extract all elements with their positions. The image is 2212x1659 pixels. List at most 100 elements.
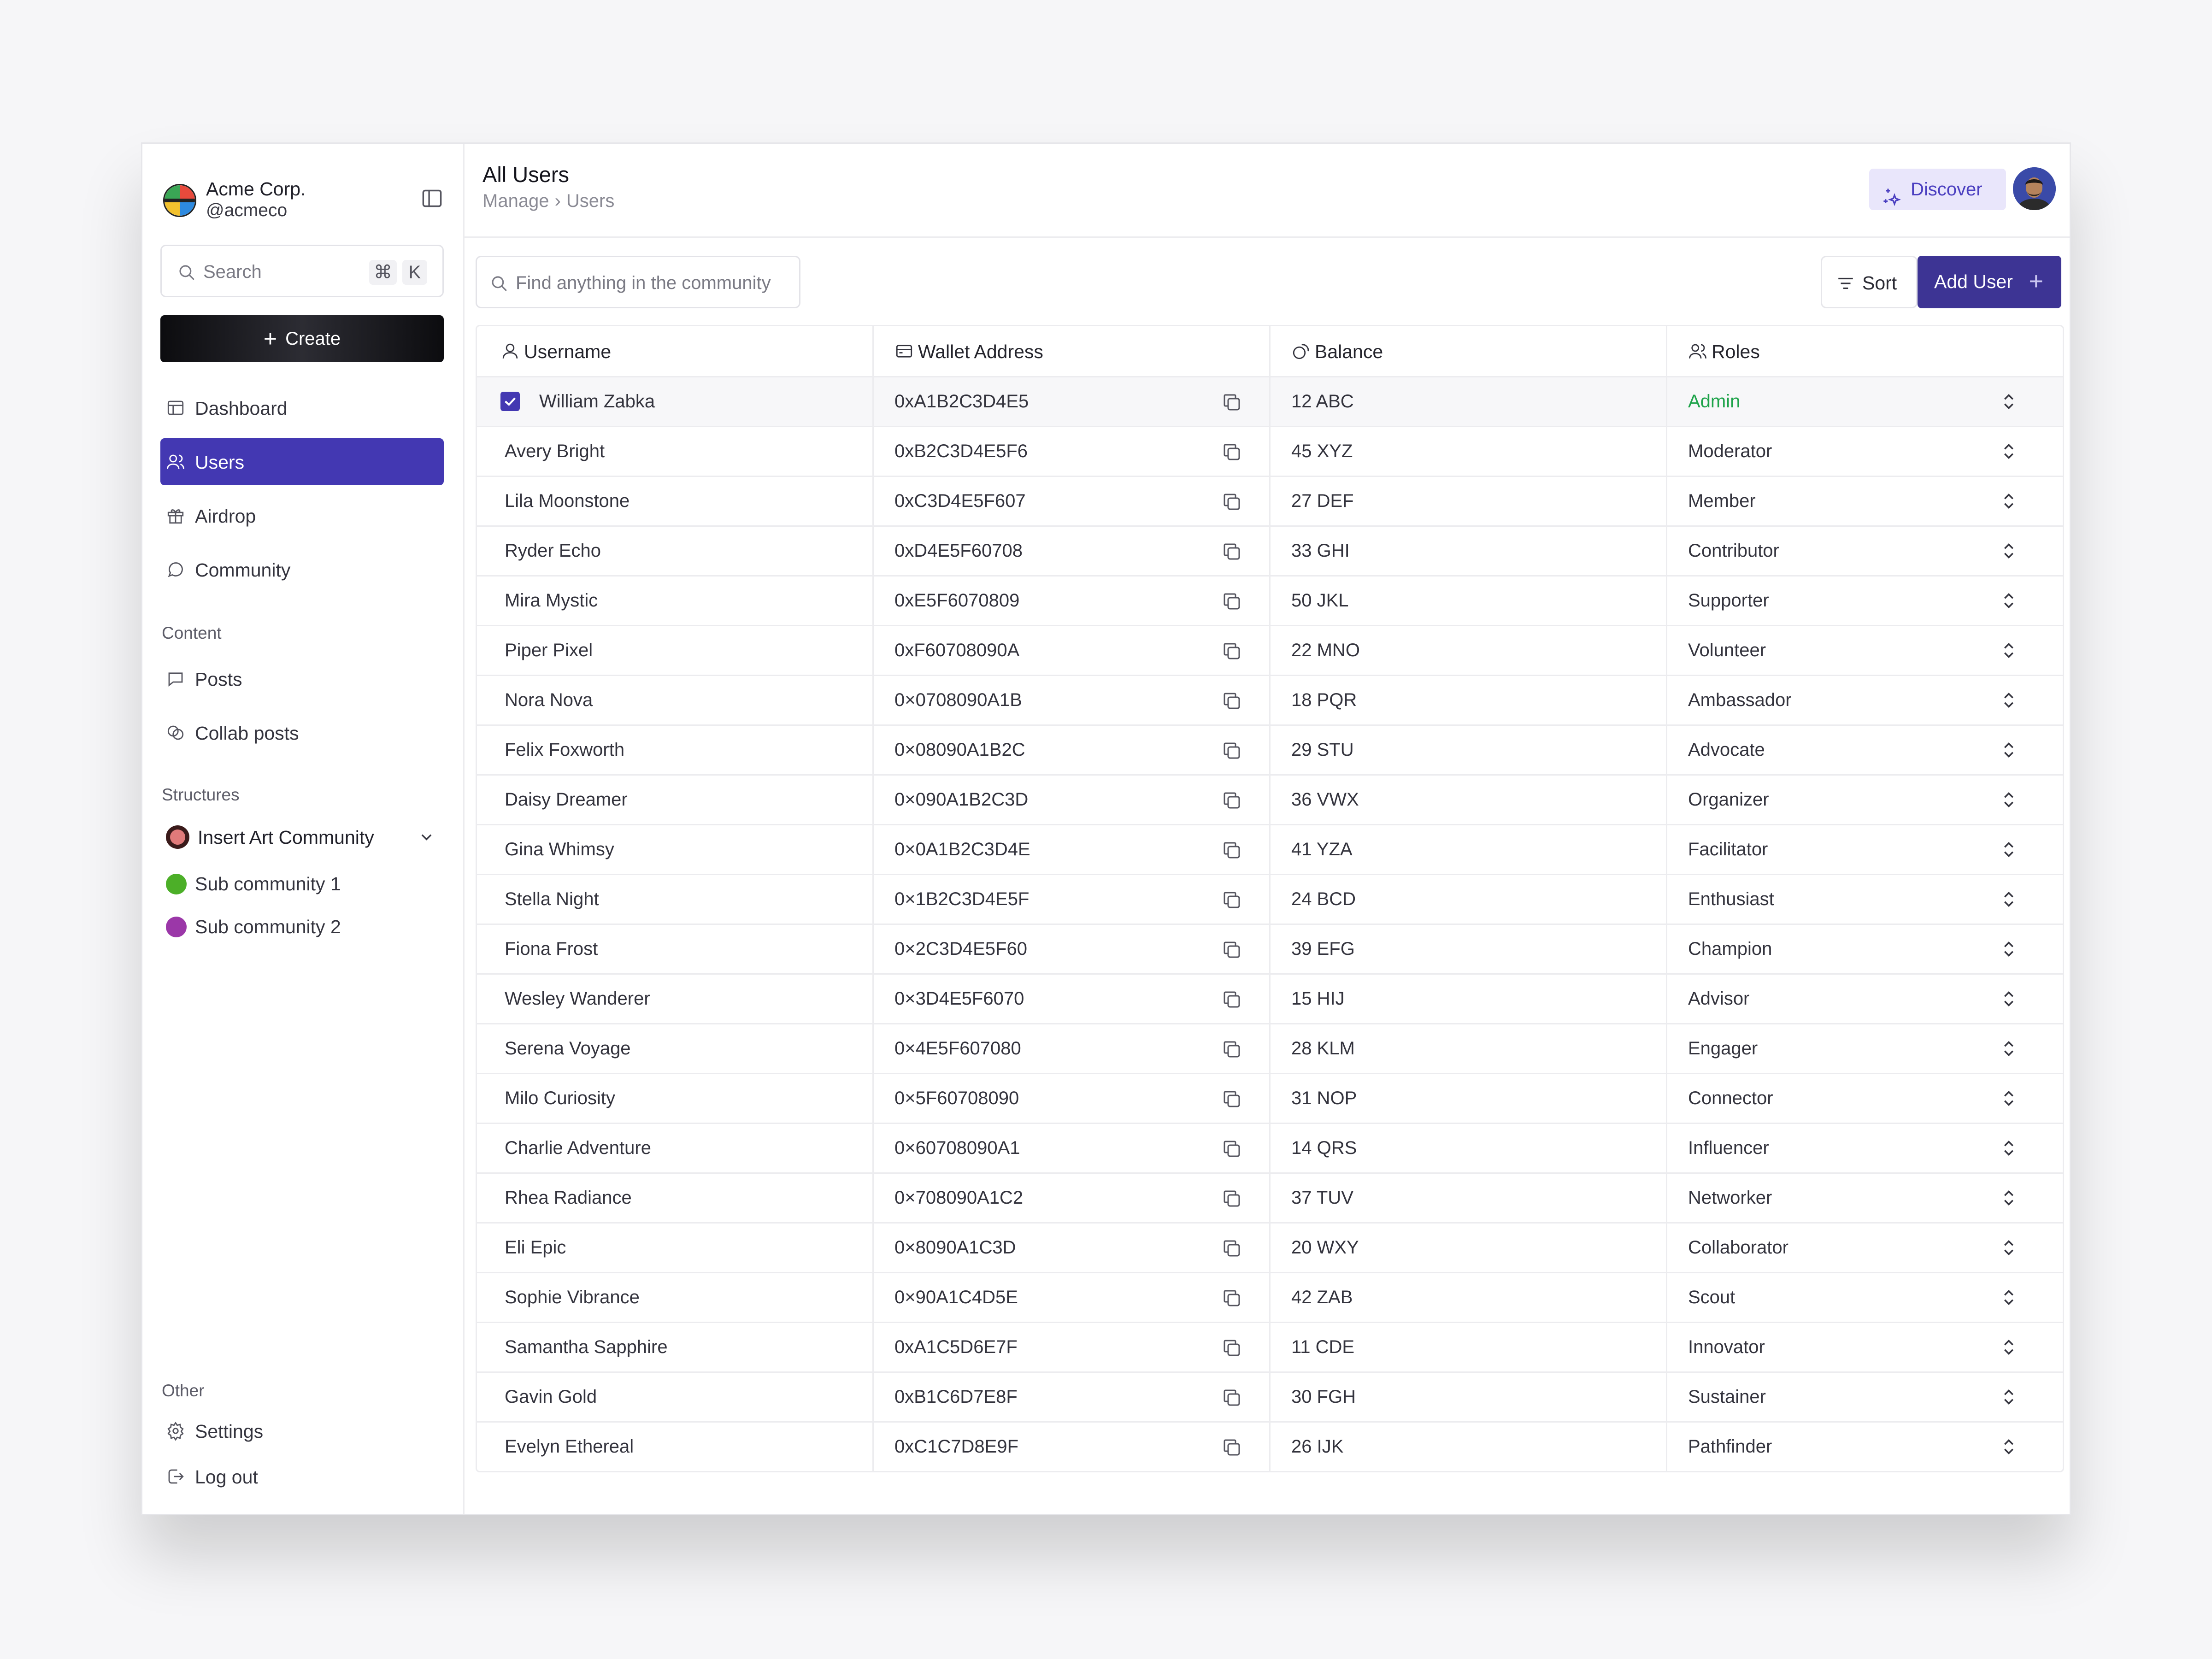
cell-role[interactable]: Ambassador (1688, 676, 1792, 724)
chevron-updown-icon[interactable] (1999, 738, 2018, 762)
cell-role[interactable]: Engager (1688, 1024, 1758, 1073)
chevron-updown-icon[interactable] (1999, 1385, 2018, 1409)
chevron-updown-icon[interactable] (1999, 489, 2018, 513)
sidebar-item-community[interactable]: Community (160, 546, 444, 593)
create-button[interactable]: + Create (160, 315, 444, 362)
cell-role[interactable]: Scout (1688, 1273, 1735, 1322)
cell-role[interactable]: Connector (1688, 1074, 1773, 1123)
copy-icon[interactable] (1221, 1436, 1243, 1459)
sidebar-item-sub-community-2[interactable]: Sub community 2 (160, 907, 444, 946)
sort-button[interactable]: Sort (1821, 256, 1918, 308)
chevron-down-icon[interactable] (418, 828, 435, 846)
avatar[interactable] (2013, 167, 2056, 210)
discover-button[interactable]: Discover (1869, 169, 2006, 210)
table-row[interactable]: Ryder Echo 0xD4E5F60708 33 GHI Contributor (477, 527, 2063, 577)
table-row[interactable]: Wesley Wanderer 0×3D4E5F6070 15 HIJ Advisor (477, 975, 2063, 1024)
table-row[interactable]: Eli Epic 0×8090A1C3D 20 WXY Collaborator (477, 1224, 2063, 1273)
chevron-updown-icon[interactable] (1999, 788, 2018, 812)
copy-icon[interactable] (1221, 640, 1243, 662)
chevron-updown-icon[interactable] (1999, 888, 2018, 911)
table-row[interactable]: William Zabka 0xA1B2C3D4E5 12 ABC Admin (477, 377, 2063, 427)
copy-icon[interactable] (1221, 939, 1243, 961)
sidebar-item-posts[interactable]: Posts (160, 655, 444, 702)
cell-role[interactable]: Volunteer (1688, 626, 1766, 675)
table-row[interactable]: Charlie Adventure 0×60708090A1 14 QRS Influ… (477, 1124, 2063, 1174)
copy-icon[interactable] (1221, 391, 1243, 413)
chevron-updown-icon[interactable] (1999, 390, 2018, 413)
chevron-updown-icon[interactable] (1999, 838, 2018, 861)
chevron-updown-icon[interactable] (1999, 1087, 2018, 1110)
table-row[interactable]: Avery Bright 0xB2C3D4E5F6 45 XYZ Moderator (477, 427, 2063, 477)
table-row[interactable]: Evelyn Ethereal 0xC1C7D8E9F 26 IJK Pathfind… (477, 1423, 2063, 1471)
table-row[interactable]: Sophie Vibrance 0×90A1C4D5E 42 ZAB Scout (477, 1273, 2063, 1323)
structure-main-community[interactable]: Insert Art Community (160, 814, 444, 859)
copy-icon[interactable] (1221, 541, 1243, 563)
table-row[interactable]: Daisy Dreamer 0×090A1B2C3D 36 VWX Organizer (477, 776, 2063, 825)
table-row[interactable]: Serena Voyage 0×4E5F607080 28 KLM Engager (477, 1024, 2063, 1074)
table-row[interactable]: Stella Night 0×1B2C3D4E5F 24 BCD Enthusiast (477, 875, 2063, 925)
breadcrumb-parent[interactable]: Manage (482, 191, 549, 211)
cell-role[interactable]: Moderator (1688, 427, 1772, 476)
table-row[interactable]: Gavin Gold 0xB1C6D7E8F 30 FGH Sustainer (477, 1373, 2063, 1423)
chevron-updown-icon[interactable] (1999, 1136, 2018, 1160)
copy-icon[interactable] (1221, 1337, 1243, 1359)
cell-role[interactable]: Champion (1688, 925, 1772, 973)
org-switcher[interactable]: Acme Corp. @acmeco (160, 173, 444, 221)
sidebar-item-sub-community-1[interactable]: Sub community 1 (160, 864, 444, 903)
sidebar-item-dashboard[interactable]: Dashboard (160, 384, 444, 431)
cell-role[interactable]: Organizer (1688, 776, 1769, 824)
table-row[interactable]: Nora Nova 0×0708090A1B 18 PQR Ambassador (477, 676, 2063, 726)
copy-icon[interactable] (1221, 1287, 1243, 1309)
copy-icon[interactable] (1221, 491, 1243, 513)
copy-icon[interactable] (1221, 590, 1243, 612)
sidebar-toggle-icon[interactable] (420, 187, 444, 210)
sidebar-item-settings[interactable]: Settings (160, 1410, 444, 1452)
cell-role[interactable]: Networker (1688, 1174, 1772, 1222)
cell-role[interactable]: Member (1688, 477, 1756, 525)
copy-icon[interactable] (1221, 1138, 1243, 1160)
table-row[interactable]: Piper Pixel 0xF60708090A 22 MNO Volunteer (477, 626, 2063, 676)
chevron-updown-icon[interactable] (1999, 987, 2018, 1011)
cell-role[interactable]: Supporter (1688, 577, 1769, 625)
cell-role[interactable]: Contributor (1688, 527, 1779, 575)
chevron-updown-icon[interactable] (1999, 1037, 2018, 1060)
chevron-updown-icon[interactable] (1999, 1286, 2018, 1309)
copy-icon[interactable] (1221, 740, 1243, 762)
chevron-updown-icon[interactable] (1999, 688, 2018, 712)
row-checkbox[interactable] (500, 392, 520, 411)
chevron-updown-icon[interactable] (1999, 589, 2018, 612)
cell-role[interactable]: Enthusiast (1688, 875, 1774, 924)
table-row[interactable]: Lila Moonstone 0xC3D4E5F607 27 DEF Member (477, 477, 2063, 527)
community-search-input[interactable]: Find anything in the community (476, 256, 800, 308)
chevron-updown-icon[interactable] (1999, 1236, 2018, 1259)
cell-role[interactable]: Pathfinder (1688, 1423, 1772, 1471)
copy-icon[interactable] (1221, 839, 1243, 861)
sidebar-item-airdrop[interactable]: Airdrop (160, 492, 444, 539)
sidebar-item-users[interactable]: Users (160, 438, 444, 485)
copy-icon[interactable] (1221, 690, 1243, 712)
cell-role[interactable]: Influencer (1688, 1124, 1769, 1172)
copy-icon[interactable] (1221, 1038, 1243, 1060)
chevron-updown-icon[interactable] (1999, 1186, 2018, 1210)
table-row[interactable]: Gina Whimsy 0×0A1B2C3D4E 41 YZA Facilitator (477, 825, 2063, 875)
table-row[interactable]: Fiona Frost 0×2C3D4E5F60 39 EFG Champion (477, 925, 2063, 975)
copy-icon[interactable] (1221, 1237, 1243, 1259)
cell-role[interactable]: Advisor (1688, 975, 1749, 1023)
sidebar-item-logout[interactable]: Log out (160, 1456, 444, 1497)
sidebar-search[interactable]: Search ⌘ K (160, 245, 444, 297)
chevron-updown-icon[interactable] (1999, 937, 2018, 961)
copy-icon[interactable] (1221, 441, 1243, 463)
cell-role[interactable]: Collaborator (1688, 1224, 1788, 1272)
table-row[interactable]: Mira Mystic 0xE5F6070809 50 JKL Supporter (477, 577, 2063, 626)
copy-icon[interactable] (1221, 789, 1243, 812)
copy-icon[interactable] (1221, 1387, 1243, 1409)
table-row[interactable]: Felix Foxworth 0×08090A1B2C 29 STU Advocate (477, 726, 2063, 776)
cell-role[interactable]: Admin (1688, 377, 1740, 426)
table-row[interactable]: Milo Curiosity 0×5F60708090 31 NOP Connecto… (477, 1074, 2063, 1124)
chevron-updown-icon[interactable] (1999, 639, 2018, 662)
table-row[interactable]: Samantha Sapphire 0xA1C5D6E7F 11 CDE Innova… (477, 1323, 2063, 1373)
cell-role[interactable]: Facilitator (1688, 825, 1768, 874)
chevron-updown-icon[interactable] (1999, 1335, 2018, 1359)
cell-role[interactable]: Advocate (1688, 726, 1765, 774)
cell-role[interactable]: Innovator (1688, 1323, 1765, 1371)
